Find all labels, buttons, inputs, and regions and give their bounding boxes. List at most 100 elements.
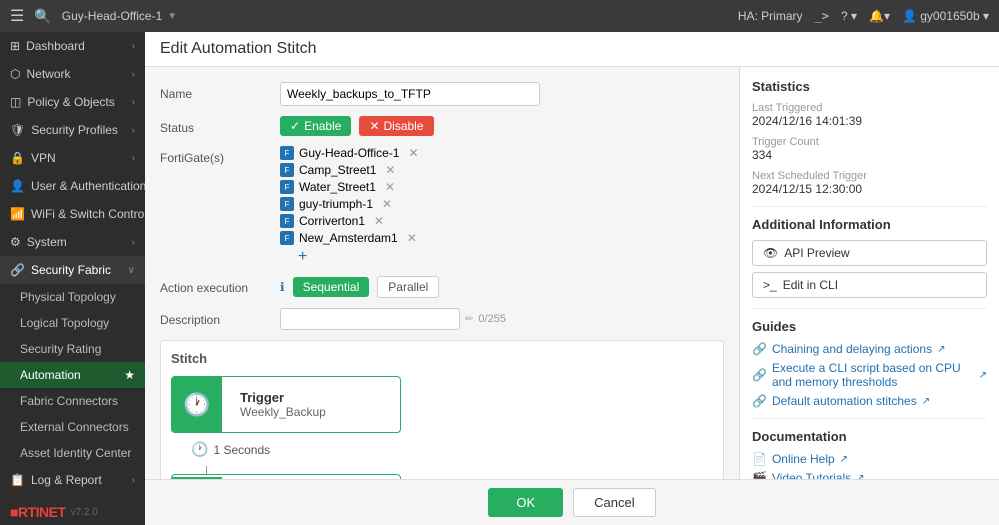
fortigate-list: F Guy-Head-Office-1 ✕ F Camp_Street1 ✕ F bbox=[280, 146, 724, 266]
disable-button[interactable]: ✕ Disable bbox=[359, 116, 433, 136]
hamburger-icon[interactable]: ☰ bbox=[10, 6, 24, 26]
remove-fortigate-3[interactable]: ✕ bbox=[382, 197, 392, 211]
sidebar-item-dashboard[interactable]: ⊞Dashboard › bbox=[0, 32, 145, 60]
cli-icon[interactable]: _> bbox=[815, 9, 829, 23]
network-icon: ⬡ bbox=[10, 67, 20, 81]
fortigate-item-3: F guy-triumph-1 ✕ bbox=[280, 197, 724, 211]
search-icon[interactable]: 🔍 bbox=[34, 8, 51, 25]
external-link-icon-1: ↗ bbox=[937, 344, 945, 355]
api-preview-button[interactable]: 👁 API Preview bbox=[752, 240, 987, 266]
next-trigger-label: Next Scheduled Trigger bbox=[752, 170, 987, 182]
topbar: ☰ 🔍 Guy-Head-Office-1 ▼ HA: Primary _> ?… bbox=[0, 0, 999, 32]
trigger-card[interactable]: 🕐 Trigger Weekly_Backup bbox=[171, 376, 401, 433]
sidebar-item-external-connectors[interactable]: External Connectors bbox=[0, 414, 145, 440]
fortigate-icon-2: F bbox=[280, 180, 294, 194]
log-icon: 📋 bbox=[10, 473, 25, 487]
guide-link-2[interactable]: 🔗 Execute a CLI script based on CPU and … bbox=[752, 361, 987, 389]
doc-link-2[interactable]: 🎬 Video Tutorials ↗ bbox=[752, 471, 987, 479]
description-row: Description ✏ 0/255 bbox=[160, 308, 724, 330]
footer: OK Cancel bbox=[145, 479, 999, 525]
guide-link-1[interactable]: 🔗 Chaining and delaying actions ↗ bbox=[752, 342, 987, 356]
remove-fortigate-0[interactable]: ✕ bbox=[408, 146, 418, 160]
sidebar-item-physical-topology[interactable]: Physical Topology bbox=[0, 284, 145, 310]
edit-icon: ✏ bbox=[465, 314, 473, 325]
info-icon[interactable]: ℹ bbox=[280, 280, 285, 294]
timer-label: 1 Seconds bbox=[213, 443, 270, 457]
page-header: Edit Automation Stitch bbox=[145, 32, 999, 67]
last-triggered-label: Last Triggered bbox=[752, 102, 987, 114]
dashboard-icon: ⊞ bbox=[10, 39, 20, 53]
sidebar-item-system[interactable]: ⚙System › bbox=[0, 228, 145, 256]
sidebar-item-network[interactable]: ⬡Network › bbox=[0, 60, 145, 88]
next-trigger-row: Next Scheduled Trigger 2024/12/15 12:30:… bbox=[752, 170, 987, 196]
help-icon[interactable]: ? ▾ bbox=[841, 9, 857, 23]
fortigates-list: F Guy-Head-Office-1 ✕ F Camp_Street1 ✕ F bbox=[280, 146, 724, 266]
name-input[interactable] bbox=[280, 82, 540, 106]
fortigate-item-5: F New_Amsterdam1 ✕ bbox=[280, 231, 724, 245]
trigger-info: Trigger Weekly_Backup bbox=[232, 382, 334, 427]
fortigate-icon-5: F bbox=[280, 231, 294, 245]
add-fortigate-button[interactable]: + bbox=[298, 248, 724, 266]
content-area: Edit Automation Stitch Name Status bbox=[145, 32, 999, 525]
external-link-icon-3: ↗ bbox=[922, 396, 930, 407]
sidebar-item-log-report[interactable]: 📋Log & Report › bbox=[0, 466, 145, 494]
content-body: Name Status ✓ Enable ✕ bbox=[145, 67, 999, 479]
fortinet-logo: ■RTINET bbox=[10, 504, 66, 520]
ok-button[interactable]: OK bbox=[488, 488, 563, 517]
bell-icon[interactable]: 🔔▾ bbox=[869, 9, 890, 23]
device-name[interactable]: Guy-Head-Office-1 ▼ bbox=[62, 9, 177, 23]
guide-link-3[interactable]: 🔗 Default automation stitches ↗ bbox=[752, 394, 987, 408]
dropdown-arrow-icon: ▼ bbox=[167, 11, 177, 22]
last-triggered-value: 2024/12/16 14:01:39 bbox=[752, 114, 987, 128]
trigger-count-row: Trigger Count 334 bbox=[752, 136, 987, 162]
enable-button[interactable]: ✓ Enable bbox=[280, 116, 351, 136]
chevron-right-icon: › bbox=[132, 97, 135, 108]
chevron-right-icon: › bbox=[132, 237, 135, 248]
description-input[interactable] bbox=[280, 308, 460, 330]
doc-link-1[interactable]: 📄 Online Help ↗ bbox=[752, 452, 987, 466]
sidebar-item-vpn[interactable]: 🔒VPN › bbox=[0, 144, 145, 172]
sidebar-item-policy-objects[interactable]: ◫Policy & Objects › bbox=[0, 88, 145, 116]
remove-fortigate-4[interactable]: ✕ bbox=[374, 214, 384, 228]
sidebar-item-fabric-connectors[interactable]: Fabric Connectors bbox=[0, 388, 145, 414]
star-icon: ★ bbox=[124, 368, 135, 382]
sidebar-item-wifi[interactable]: 📶WiFi & Switch Controller › bbox=[0, 200, 145, 228]
remove-fortigate-5[interactable]: ✕ bbox=[407, 231, 417, 245]
sidebar-item-security-fabric[interactable]: 🔗Security Fabric ∨ bbox=[0, 256, 145, 284]
fortigate-icon-4: F bbox=[280, 214, 294, 228]
status-label: Status bbox=[160, 116, 280, 135]
remove-fortigate-2[interactable]: ✕ bbox=[385, 180, 395, 194]
external-link-icon-2: ↗ bbox=[979, 370, 987, 381]
link-icon-1: 🔗 bbox=[752, 342, 767, 356]
sidebar-item-user-auth[interactable]: 👤User & Authentication › bbox=[0, 172, 145, 200]
trigger-count-label: Trigger Count bbox=[752, 136, 987, 148]
ha-status: HA: Primary bbox=[738, 9, 803, 23]
divider-2 bbox=[752, 308, 987, 309]
sidebar-item-security-rating[interactable]: Security Rating bbox=[0, 336, 145, 362]
trigger-count-value: 334 bbox=[752, 148, 987, 162]
edit-cli-button[interactable]: >_ Edit in CLI bbox=[752, 272, 987, 298]
sequential-button[interactable]: Sequential bbox=[293, 277, 370, 297]
topbar-left: ☰ 🔍 Guy-Head-Office-1 ▼ bbox=[10, 6, 177, 26]
guides-title: Guides bbox=[752, 319, 987, 334]
cancel-button[interactable]: Cancel bbox=[573, 488, 655, 517]
divider-1 bbox=[752, 206, 987, 207]
chevron-right-icon: › bbox=[132, 41, 135, 52]
remove-fortigate-1[interactable]: ✕ bbox=[385, 163, 395, 177]
action-info: Action Upload Backup config to Tftp Serv… bbox=[232, 475, 400, 479]
user-menu[interactable]: 👤 gy001650b ▾ bbox=[902, 9, 989, 23]
eye-icon: 👁 bbox=[763, 246, 778, 260]
additional-info-title: Additional Information bbox=[752, 217, 987, 232]
action-card[interactable]: >_ Action Upload Backup config to Tftp S… bbox=[171, 474, 401, 479]
sidebar-item-asset-identity[interactable]: Asset Identity Center bbox=[0, 440, 145, 466]
description-value: ✏ 0/255 bbox=[280, 308, 724, 330]
parallel-button[interactable]: Parallel bbox=[377, 276, 439, 298]
sidebar-item-security-profiles[interactable]: 🛡Security Profiles › bbox=[0, 116, 145, 144]
clock-icon: 🕐 bbox=[183, 392, 210, 418]
sidebar-item-automation[interactable]: Automation ★ bbox=[0, 362, 145, 388]
sidebar-item-logical-topology[interactable]: Logical Topology bbox=[0, 310, 145, 336]
fortigate-item-1: F Camp_Street1 ✕ bbox=[280, 163, 724, 177]
vpn-icon: 🔒 bbox=[10, 151, 25, 165]
fortigates-row: FortiGate(s) F Guy-Head-Office-1 ✕ F Cam… bbox=[160, 146, 724, 266]
next-trigger-value: 2024/12/15 12:30:00 bbox=[752, 182, 987, 196]
